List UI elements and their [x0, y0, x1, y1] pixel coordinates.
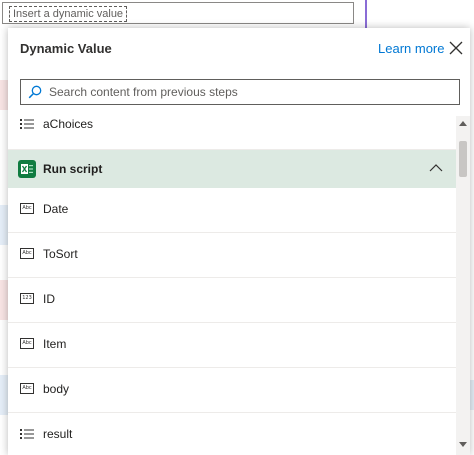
run-script-section-header[interactable]: Run script [8, 150, 456, 188]
panel-title: Dynamic Value [20, 41, 112, 56]
list-icon [20, 119, 34, 129]
search-box[interactable] [20, 79, 460, 105]
list-icon [20, 429, 34, 439]
scroll-down-icon[interactable] [459, 442, 467, 448]
focus-accent [365, 0, 367, 30]
list-item-label: ID [43, 292, 55, 306]
dynamic-content-list: aChoices Run script Abc Date Abc ToSort … [8, 116, 456, 455]
list-item-label: result [43, 427, 73, 441]
list-item-result[interactable]: result [8, 413, 456, 455]
list-item-achoices[interactable]: aChoices [8, 116, 456, 150]
list-item-label: body [43, 382, 70, 396]
dynamic-value-token[interactable]: Insert a dynamic value [9, 6, 128, 22]
list-item-body[interactable]: Abc body [8, 368, 456, 413]
text-type-icon: Abc [20, 338, 34, 349]
list-item-label: Item [43, 337, 67, 351]
list-item-label: aChoices [43, 117, 94, 131]
list-item-id[interactable]: 123 ID [8, 278, 456, 323]
scrollbar[interactable] [456, 116, 470, 455]
list-item-item[interactable]: Abc Item [8, 323, 456, 368]
text-type-icon: Abc [20, 203, 34, 214]
scroll-thumb[interactable] [459, 141, 467, 177]
scroll-up-icon[interactable] [459, 120, 467, 126]
learn-more-link[interactable]: Learn more [378, 41, 444, 56]
dynamic-value-panel: Dynamic Value Learn more aChoices [8, 28, 470, 455]
number-type-icon: 123 [20, 293, 34, 304]
close-button[interactable] [446, 38, 466, 58]
excel-icon [18, 160, 36, 178]
search-input[interactable] [49, 82, 449, 102]
section-label: Run script [43, 162, 103, 176]
close-icon [449, 41, 463, 55]
text-type-icon: Abc [20, 383, 34, 394]
list-item-tosort[interactable]: Abc ToSort [8, 233, 456, 278]
dynamic-value-input[interactable]: Insert a dynamic value [2, 2, 354, 24]
list-item-label: Date [43, 202, 69, 216]
search-icon [28, 85, 42, 99]
chevron-up-icon[interactable] [429, 163, 443, 173]
list-item-label: ToSort [43, 247, 78, 261]
panel-header: Dynamic Value Learn more [8, 28, 470, 72]
text-type-icon: Abc [20, 248, 34, 259]
list-item-date[interactable]: Abc Date [8, 188, 456, 233]
